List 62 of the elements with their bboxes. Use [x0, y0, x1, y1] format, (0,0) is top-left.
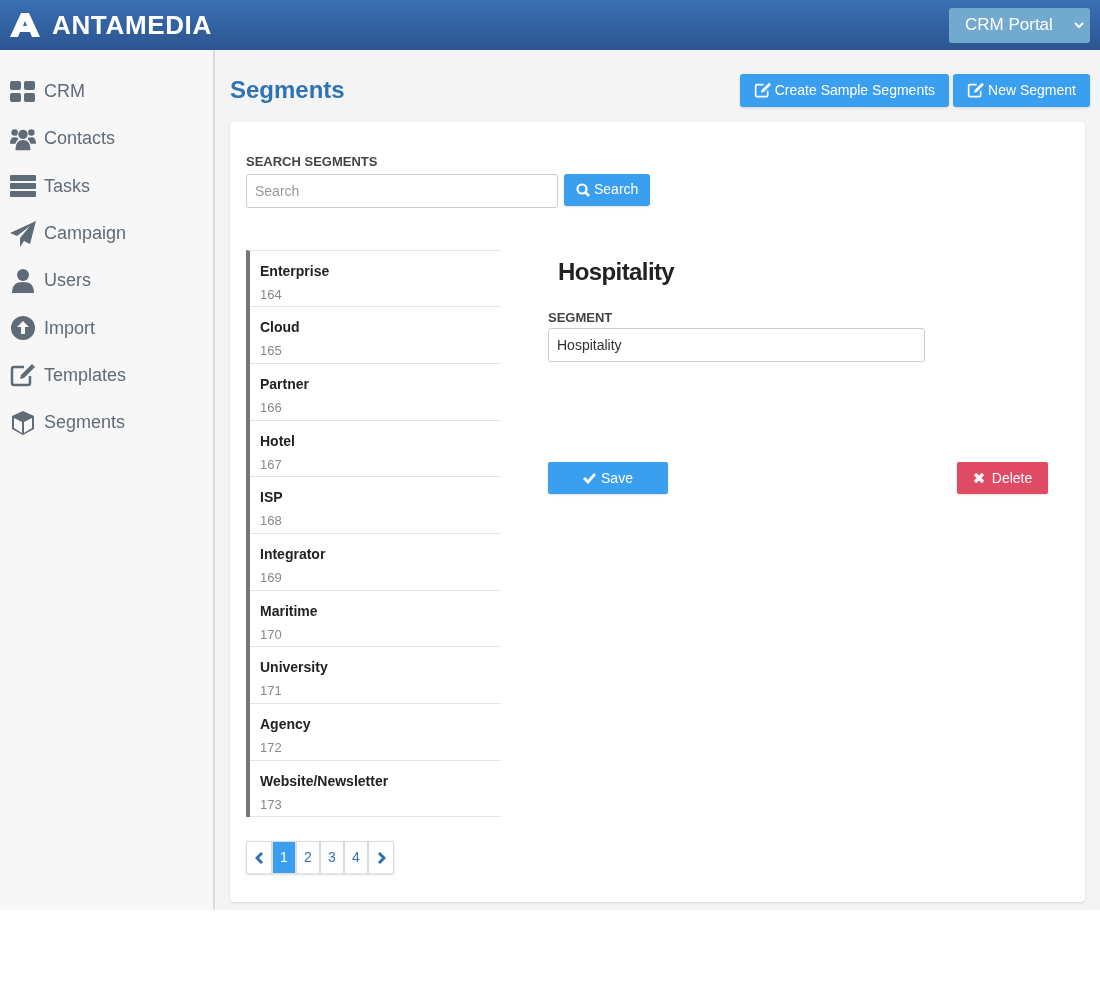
edit-icon — [967, 82, 986, 98]
save-button[interactable]: Save — [548, 462, 668, 494]
page-button[interactable]: 3 — [320, 841, 344, 875]
page-title: Segments — [230, 75, 345, 105]
sidebar-item[interactable]: CRM — [0, 68, 213, 116]
search-field[interactable]: Search — [246, 173, 558, 208]
previous-page-button[interactable] — [246, 841, 272, 875]
sidebar-item[interactable]: Tasks — [0, 162, 213, 210]
segment-name[interactable]: Agency — [260, 714, 501, 735]
segment-id: 173 — [260, 795, 283, 814]
segment-name[interactable]: Maritime — [260, 600, 501, 622]
segment-id: 171 — [260, 682, 283, 701]
sidebar-item[interactable]: Segments — [0, 399, 213, 447]
paper-plane-icon — [10, 220, 36, 247]
list-icon — [10, 175, 36, 198]
logo-text: ANTAMEDIA — [52, 8, 212, 42]
chevron-icon — [254, 851, 264, 864]
segment-name[interactable]: Cloud — [260, 317, 501, 339]
page-button[interactable]: 1 — [272, 841, 296, 875]
delete-button[interactable]: Delete — [957, 462, 1048, 494]
page-button[interactable]: 4 — [344, 841, 368, 875]
segment-name[interactable]: Enterprise — [260, 260, 501, 282]
next-page-button[interactable] — [368, 841, 394, 875]
sidebar-item[interactable]: Campaign — [0, 209, 213, 258]
new-segment-button[interactable]: New Segment — [953, 73, 1090, 107]
segment-name[interactable]: Hotel — [260, 430, 501, 452]
search-button[interactable]: Search — [564, 173, 651, 206]
chevron-icon — [376, 851, 386, 864]
create-sample-button[interactable]: Create Sample Segments — [739, 73, 950, 107]
segment-label: SEGMENT — [548, 308, 614, 327]
sidebar-item[interactable]: Templates — [0, 351, 213, 400]
segment-id: 172 — [260, 739, 283, 757]
search-icon — [576, 182, 590, 197]
segment-name[interactable]: Website/Newsletter — [260, 770, 501, 792]
cube-icon — [11, 409, 35, 436]
grid-icon — [10, 80, 36, 103]
search-label: SEARCH SEGMENTS — [246, 153, 379, 171]
segment-id: 170 — [260, 625, 283, 644]
close-icon — [972, 472, 985, 484]
segment-name[interactable]: ISP — [260, 487, 501, 509]
upload-icon — [11, 316, 35, 341]
logo-icon — [10, 13, 40, 37]
segment-id: 166 — [260, 398, 283, 417]
caret-icon — [1074, 21, 1084, 29]
segment-id: 164 — [260, 285, 283, 304]
check-icon — [583, 472, 597, 484]
edit-icon — [753, 82, 772, 98]
edit-icon — [10, 363, 36, 388]
sidebar-item[interactable]: Contacts — [0, 115, 213, 163]
page-button[interactable]: 2 — [296, 841, 320, 875]
segment-field[interactable]: Hospitality — [548, 328, 925, 362]
segment-name[interactable]: Integrator — [260, 543, 501, 565]
user-icon — [12, 268, 34, 293]
sidebar-item[interactable]: Users — [0, 257, 213, 305]
segment-id: 165 — [260, 342, 283, 361]
segment-heading: Hospitality — [558, 256, 676, 287]
segment-id: 169 — [260, 568, 283, 587]
segment-name[interactable]: Partner — [260, 373, 501, 395]
segment-name[interactable]: University — [260, 657, 501, 679]
segment-id: 168 — [260, 512, 283, 531]
segment-id: 167 — [260, 455, 283, 474]
sidebar-item[interactable]: Import — [0, 304, 213, 352]
